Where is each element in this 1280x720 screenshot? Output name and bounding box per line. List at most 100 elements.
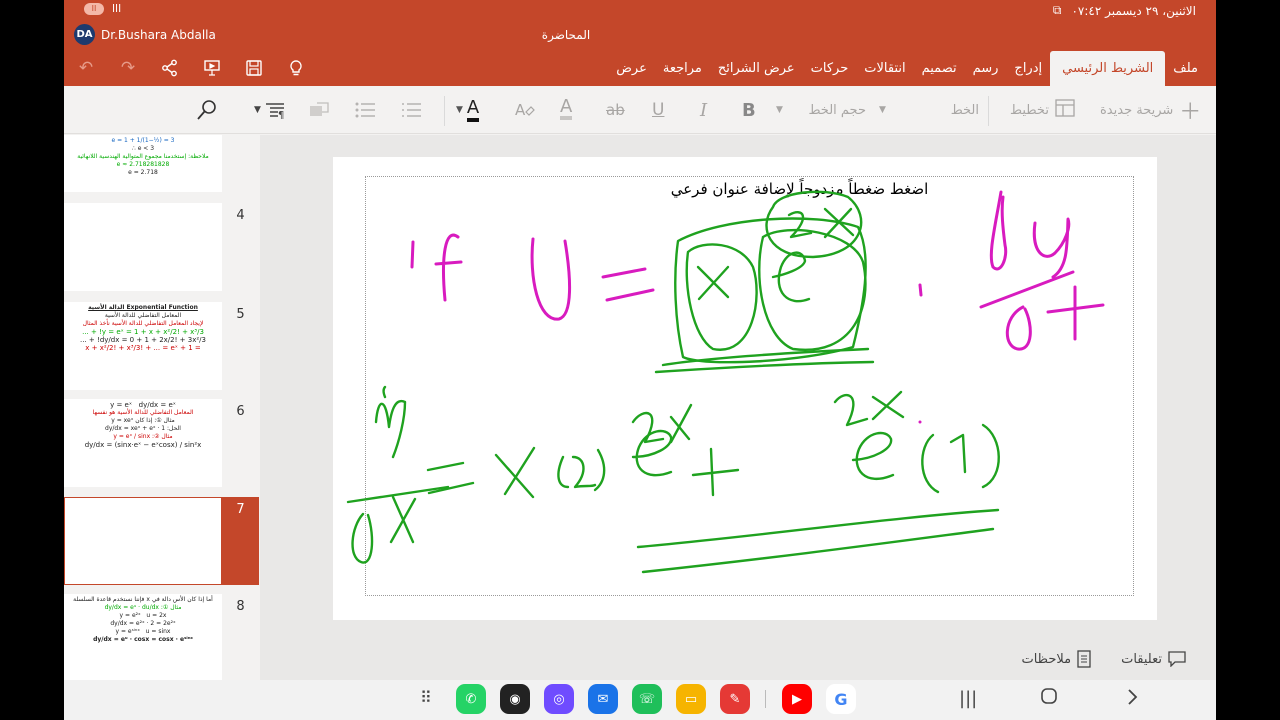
lightbulb-icon[interactable]: [284, 56, 308, 80]
notes-icon: [1077, 650, 1091, 668]
thumbnail-content: Exponential Function الدالة الأسية المعا…: [80, 304, 206, 352]
tab-design[interactable]: تصميم: [914, 51, 965, 86]
messages-app-icon[interactable]: ✉: [588, 684, 618, 714]
redo-icon[interactable]: ↷: [116, 56, 140, 80]
google-app-icon[interactable]: G: [826, 684, 856, 714]
svg-text:A: A: [515, 101, 526, 119]
tab-insert[interactable]: إدراج: [1006, 51, 1050, 86]
undo-icon[interactable]: ↶: [74, 56, 98, 80]
ribbon-divider: [444, 96, 445, 126]
status-bar-left: II lll: [84, 2, 121, 15]
shapes-icon[interactable]: [308, 96, 330, 124]
tab-slideshow[interactable]: عرض الشرائح: [710, 51, 803, 86]
tab-view[interactable]: عرض: [608, 51, 655, 86]
bullets-icon[interactable]: [354, 96, 376, 124]
chevron-down-icon: ▼: [879, 105, 886, 115]
present-icon[interactable]: [200, 56, 224, 80]
tab-draw[interactable]: رسم: [965, 51, 1007, 86]
svg-text:¶: ¶: [278, 110, 284, 119]
italic-button[interactable]: I: [700, 96, 707, 124]
share-icon[interactable]: [158, 56, 182, 80]
paragraph-icon: ¶: [265, 103, 284, 119]
magenta-ink: [410, 190, 1105, 424]
plus-icon: ＋: [1179, 100, 1202, 125]
comments-label: تعليقات: [1121, 651, 1162, 667]
slide-thumbnail-6[interactable]: y = eˣ dy/dx = eˣ المعامل التفاضلي للدال…: [64, 399, 222, 487]
tab-review[interactable]: مراجعة: [655, 51, 710, 86]
comments-button[interactable]: تعليقات: [1121, 650, 1186, 668]
user-account[interactable]: DA Dr.Bushara Abdalla: [74, 24, 216, 45]
recents-icon[interactable]: |||: [959, 688, 977, 709]
slide-thumbnail-7[interactable]: [64, 497, 222, 585]
notes-label: ملاحظات: [1021, 651, 1072, 667]
recording-badge: II: [84, 2, 104, 15]
status-bar-right: الاثنين، ٢٩ ديسمبر ٠٧:٤٢ ⧉: [1053, 3, 1196, 18]
current-slide[interactable]: اضغط ضغطاً مزدوجاً لإضافة عنوان فرعي: [333, 157, 1157, 620]
tab-animations[interactable]: حركات: [803, 51, 857, 86]
slide-thumbnail-5[interactable]: Exponential Function الدالة الأسية المعا…: [64, 302, 222, 390]
navbar-divider: [765, 690, 766, 708]
tab-home[interactable]: الشريط الرئيسي: [1050, 51, 1166, 86]
ribbon-divider: [988, 96, 989, 126]
thumbnail-content: y = eˣ dy/dx = eˣ المعامل التفاضلي للدال…: [84, 401, 202, 449]
font-name-dropdown[interactable]: ▼ الخط: [879, 96, 979, 124]
underline-button[interactable]: U: [652, 96, 664, 124]
slide-number: 8: [236, 599, 245, 614]
ribbon-tabs: ملف الشريط الرئيسي إدراج رسم تصميم انتقا…: [608, 51, 1206, 86]
clear-format-icon[interactable]: A: [514, 96, 536, 124]
search-icon[interactable]: [196, 96, 218, 124]
layout-icon: [1055, 99, 1075, 121]
browser-app-icon[interactable]: ◎: [544, 684, 574, 714]
strikethrough-button[interactable]: ab: [606, 96, 625, 124]
chevron-down-icon: ▼: [254, 105, 261, 115]
chevron-down-icon: ▼: [776, 105, 783, 115]
save-icon[interactable]: [242, 56, 266, 80]
notes-app-icon[interactable]: ✎: [720, 684, 750, 714]
screen-record-icon: ⧉: [1052, 3, 1062, 17]
android-navbar: ⠿ ✆ ◉ ◎ ✉ ☏ ▭ ✎ ▶ G |||: [64, 680, 1216, 720]
whatsapp-app-icon[interactable]: ✆: [456, 684, 486, 714]
font-size-dropdown[interactable]: ▼ حجم الخط: [776, 96, 866, 124]
font-name-value: الخط: [950, 102, 979, 118]
quick-access-toolbar: ↶ ↷: [74, 56, 308, 80]
thumbnail-content: e = 1 + 1/(1−½) = 3 e < 3 ∴ ملاحظة: إستخ…: [77, 137, 209, 176]
slide-thumbnail-3[interactable]: e = 1 + 1/(1−½) = 3 e < 3 ∴ ملاحظة: إستخ…: [64, 135, 222, 192]
app-drawer-icon[interactable]: ⠿: [420, 688, 433, 707]
signal-icon: lll: [112, 2, 122, 15]
layout-label: تخطيط: [1010, 102, 1049, 118]
user-name: Dr.Bushara Abdalla: [101, 27, 216, 42]
bold-button[interactable]: B: [742, 96, 756, 124]
slide-number: 4: [236, 208, 245, 223]
font-color-label: A: [466, 98, 480, 122]
back-icon[interactable]: [1126, 688, 1138, 711]
slide-number: 7: [236, 502, 245, 517]
numbering-icon[interactable]: [400, 96, 422, 124]
tab-transitions[interactable]: انتقالات: [856, 51, 913, 86]
slide-number: 6: [236, 404, 245, 419]
highlight-color-button[interactable]: A: [560, 96, 573, 120]
font-color-button[interactable]: ▼ A: [456, 96, 480, 124]
youtube-app-icon[interactable]: ▶: [782, 684, 812, 714]
handwriting-ink[interactable]: [333, 157, 1157, 620]
slide-number: 5: [236, 307, 245, 322]
comment-icon: [1168, 651, 1186, 667]
thumbnail-content: أما إذا كان الأس دالة في x فإننا نستخدم …: [73, 596, 213, 643]
camera-app-icon[interactable]: ◉: [500, 684, 530, 714]
slide-thumbnail-4[interactable]: [64, 203, 222, 291]
title-bar: II lll الاثنين، ٢٩ ديسمبر ٠٧:٤٢ ⧉ DA Dr.…: [64, 0, 1216, 86]
slide-thumbnail-8[interactable]: أما إذا كان الأس دالة في x فإننا نستخدم …: [64, 594, 222, 680]
phone-app-icon[interactable]: ☏: [632, 684, 662, 714]
status-actions: تعليقات ملاحظات: [1021, 650, 1186, 668]
tab-file[interactable]: ملف: [1165, 51, 1206, 86]
font-size-value: حجم الخط: [808, 102, 866, 118]
new-slide-button[interactable]: شريحة جديدة ＋: [1100, 96, 1202, 125]
chevron-down-icon: ▼: [456, 105, 463, 115]
files-app-icon[interactable]: ▭: [676, 684, 706, 714]
paragraph-format-button[interactable]: ▼ ¶: [254, 96, 286, 124]
document-title[interactable]: المحاضرة: [536, 28, 596, 42]
layout-button[interactable]: تخطيط: [1010, 96, 1075, 124]
notes-button[interactable]: ملاحظات: [1021, 650, 1091, 668]
avatar[interactable]: DA: [74, 24, 95, 45]
ribbon-home: شريحة جديدة ＋ تخطيط ▼ الخط ▼ حجم الخط B …: [64, 86, 1216, 134]
home-icon[interactable]: [1041, 688, 1057, 709]
